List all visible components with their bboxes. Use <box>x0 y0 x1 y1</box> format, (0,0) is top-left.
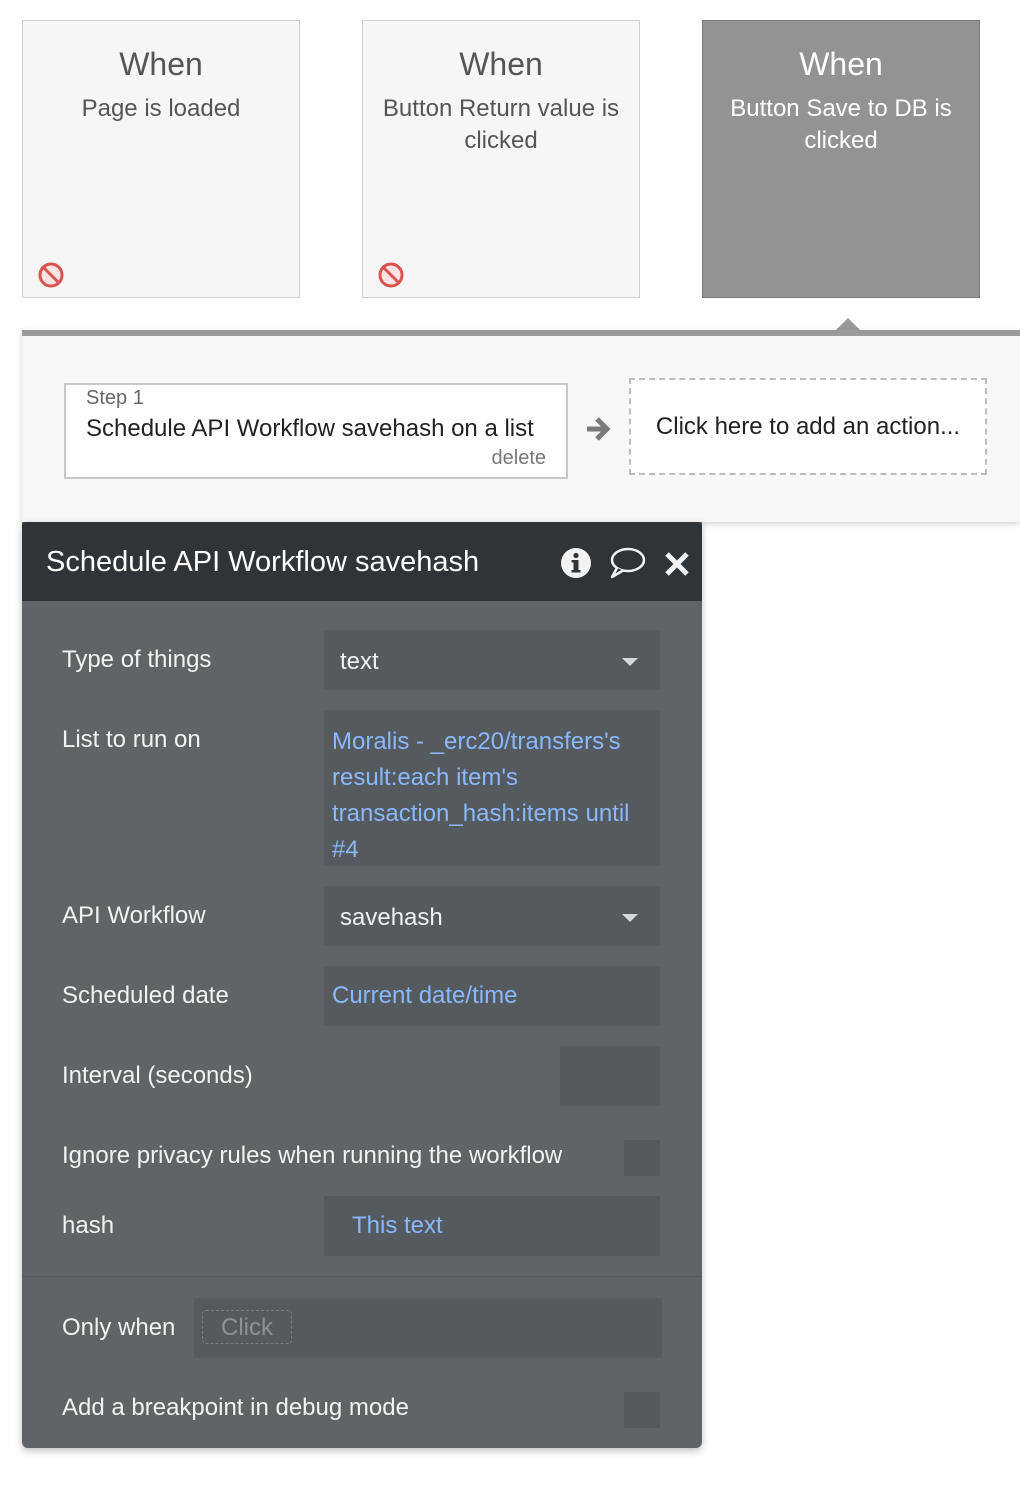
hash-value: This text <box>352 1212 443 1239</box>
event-description: Button Return value is clicked <box>382 95 620 154</box>
hash-label: hash <box>62 1212 115 1239</box>
only-when-label: Only when <box>62 1314 176 1341</box>
type-of-things-value: text <box>340 648 379 675</box>
comment-icon[interactable] <box>608 546 646 580</box>
breakpoint-label: Add a breakpoint in debug mode <box>62 1394 409 1421</box>
chevron-down-icon <box>622 914 638 922</box>
event-card-save-to-db-clicked[interactable]: When Button Save to DB is clicked <box>702 20 980 298</box>
event-card-return-value-clicked[interactable]: When Button Return value is clicked <box>362 20 640 298</box>
scheduled-date-value: Current date/time <box>332 982 518 1009</box>
hash-expression[interactable]: This text <box>324 1196 660 1256</box>
expression-line: result:each item's <box>332 764 518 791</box>
delete-step-link[interactable]: delete <box>492 447 547 470</box>
event-description: Button Save to DB is clicked <box>730 95 952 154</box>
only-when-placeholder[interactable]: Click <box>202 1310 292 1344</box>
editor-header: Schedule API Workflow savehash <box>22 522 702 601</box>
api-workflow-label: API Workflow <box>62 902 206 929</box>
selected-event-pointer <box>836 318 860 330</box>
arrow-right-icon <box>587 417 611 441</box>
editor-title: Schedule API Workflow savehash <box>46 546 480 578</box>
only-when-condition[interactable]: Click <box>194 1298 662 1358</box>
close-icon[interactable] <box>662 546 692 580</box>
type-of-things-dropdown[interactable]: text <box>324 630 660 690</box>
step-number-label: Step 1 <box>86 387 144 409</box>
add-action-button[interactable]: Click here to add an action... <box>629 378 987 475</box>
api-workflow-value: savehash <box>340 904 443 931</box>
list-to-run-on-expression[interactable]: Moralis - _erc20/transfers's result:each… <box>324 710 660 866</box>
expression-line: transaction_hash:items until <box>332 800 630 827</box>
chevron-down-icon <box>622 658 638 666</box>
list-to-run-on-label: List to run on <box>62 726 201 753</box>
breakpoint-checkbox[interactable] <box>624 1392 660 1428</box>
section-divider <box>22 1276 702 1277</box>
step-title: Schedule API Workflow savehash on a list <box>86 415 534 442</box>
interval-input[interactable] <box>560 1046 660 1106</box>
event-when-label: When <box>119 46 203 82</box>
actions-bar: Step 1 Schedule API Workflow savehash on… <box>22 330 1020 522</box>
expression-line: #4 <box>332 836 359 863</box>
event-when-label: When <box>459 46 543 82</box>
property-editor: Schedule API Workflow savehash Type of t… <box>22 522 702 1448</box>
event-description: Page is loaded <box>81 95 241 122</box>
interval-label: Interval (seconds) <box>62 1062 253 1089</box>
ignore-privacy-checkbox[interactable] <box>624 1140 660 1176</box>
step-1-action[interactable]: Step 1 Schedule API Workflow savehash on… <box>64 383 568 479</box>
scheduled-date-expression[interactable]: Current date/time <box>324 966 660 1026</box>
event-when-label: When <box>799 46 883 82</box>
api-workflow-dropdown[interactable]: savehash <box>324 886 660 946</box>
ignore-privacy-label: Ignore privacy rules when running the wo… <box>62 1142 563 1169</box>
disabled-icon <box>38 262 64 288</box>
event-card-page-loaded[interactable]: When Page is loaded <box>22 20 300 298</box>
type-of-things-label: Type of things <box>62 646 212 673</box>
scheduled-date-label: Scheduled date <box>62 982 229 1009</box>
disabled-icon <box>378 262 404 288</box>
info-icon[interactable] <box>559 546 593 580</box>
expression-line: Moralis - _erc20/transfers's <box>332 728 621 755</box>
